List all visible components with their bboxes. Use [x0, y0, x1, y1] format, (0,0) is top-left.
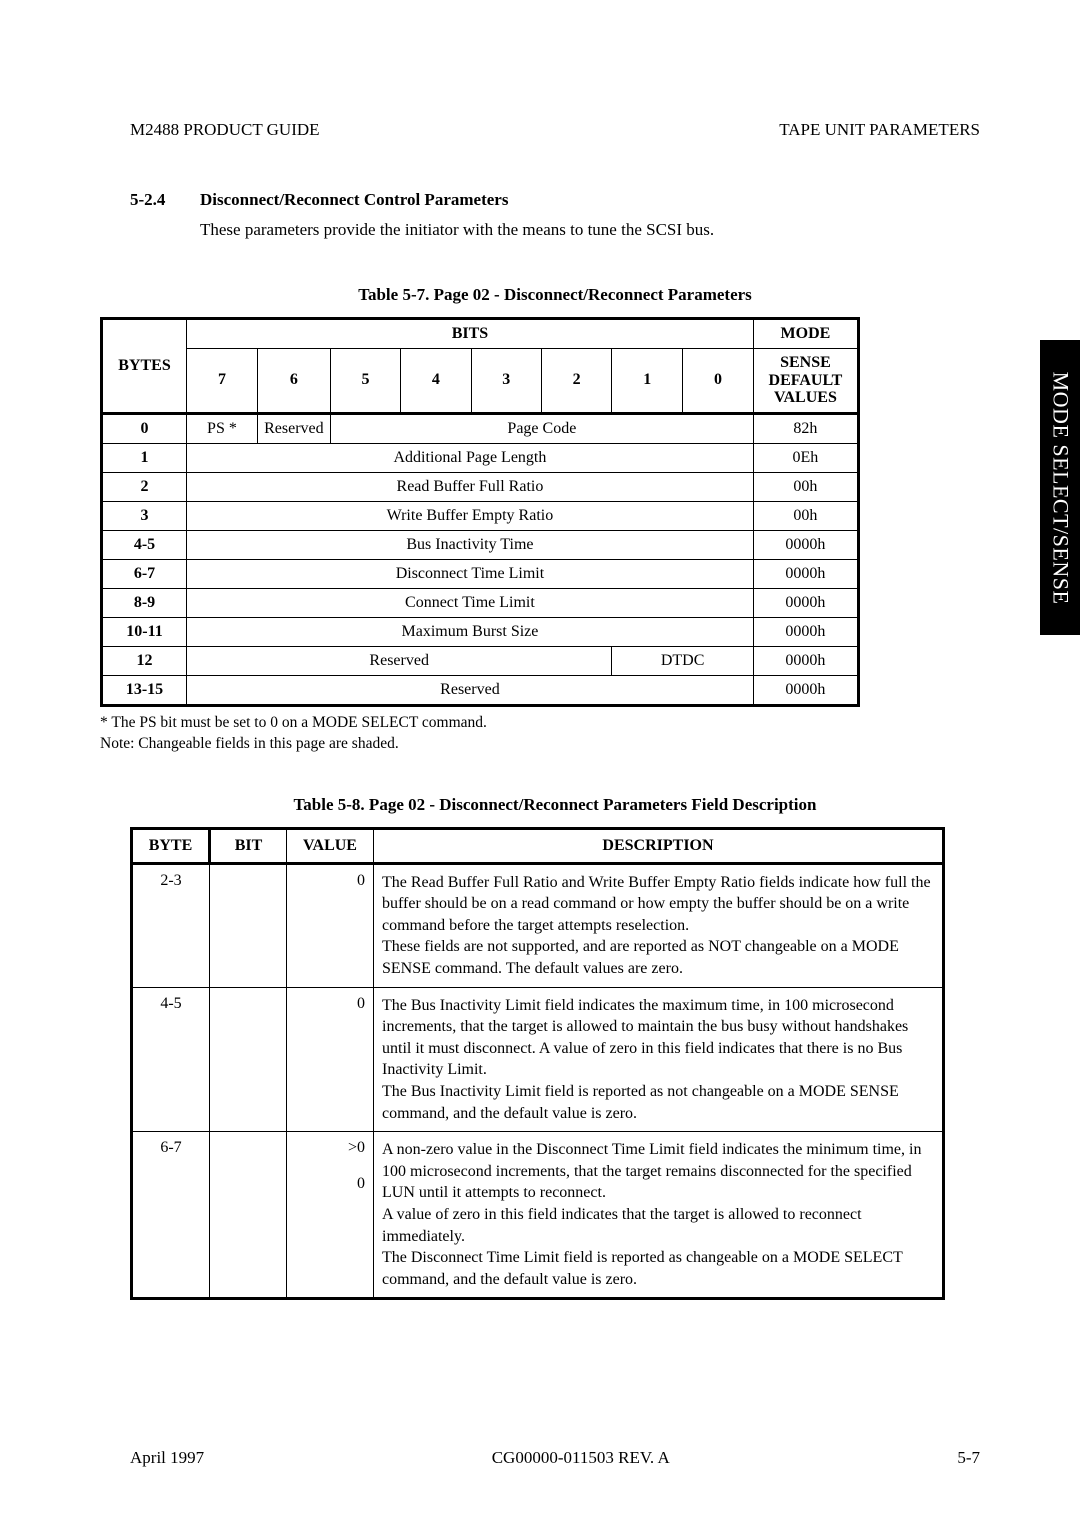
bytes-header: BYTES	[102, 319, 187, 414]
param-cell: Disconnect Time Limit	[187, 559, 754, 588]
th-value: VALUE	[287, 828, 374, 863]
default-value: 0000h	[753, 617, 858, 646]
table2-caption: Table 5-8. Page 02 - Disconnect/Reconnec…	[130, 795, 980, 815]
default-value: 00h	[753, 472, 858, 501]
param-cell: Page Code	[330, 413, 753, 443]
desc-byte: 2-3	[132, 863, 210, 987]
desc-value: >0 0	[287, 1132, 374, 1299]
param-cell: Write Buffer Empty Ratio	[187, 501, 754, 530]
bits-header: BITS	[187, 319, 754, 349]
param-cell: Bus Inactivity Time	[187, 530, 754, 559]
default-value: 82h	[753, 413, 858, 443]
section-body: These parameters provide the initiator w…	[200, 220, 980, 240]
bit5: 5	[330, 349, 400, 414]
byte-label: 12	[102, 646, 187, 675]
byte-label: 3	[102, 501, 187, 530]
byte-label: 1	[102, 443, 187, 472]
footer-left: April 1997	[130, 1448, 204, 1468]
bit4: 4	[401, 349, 471, 414]
param-cell: DTDC	[612, 646, 754, 675]
byte-label: 10-11	[102, 617, 187, 646]
desc-byte: 4-5	[132, 987, 210, 1132]
param-cell: Connect Time Limit	[187, 588, 754, 617]
footer-right: 5-7	[957, 1448, 980, 1468]
byte-label: 13-15	[102, 675, 187, 705]
default-value: 0000h	[753, 530, 858, 559]
desc-text: The Bus Inactivity Limit field indicates…	[374, 987, 944, 1132]
desc-bit	[210, 987, 287, 1132]
bit7: 7	[187, 349, 258, 414]
param-cell: Additional Page Length	[187, 443, 754, 472]
header-right: TAPE UNIT PARAMETERS	[779, 120, 980, 140]
desc-value: 0	[287, 987, 374, 1132]
param-cell: Reserved	[257, 413, 330, 443]
section-title: Disconnect/Reconnect Control Parameters	[200, 190, 508, 210]
default-value: 0Eh	[753, 443, 858, 472]
desc-value: 0	[287, 863, 374, 987]
desc-text: A non-zero value in the Disconnect Time …	[374, 1132, 944, 1299]
mode-header-top: MODE	[753, 319, 858, 349]
desc-text: The Read Buffer Full Ratio and Write Buf…	[374, 863, 944, 987]
mode-header-bottom: SENSEDEFAULTVALUES	[753, 349, 858, 414]
param-cell: Maximum Burst Size	[187, 617, 754, 646]
desc-byte: 6-7	[132, 1132, 210, 1299]
bit6: 6	[257, 349, 330, 414]
param-cell: Reserved	[187, 646, 612, 675]
default-value: 0000h	[753, 675, 858, 705]
bit3: 3	[471, 349, 541, 414]
table1-caption: Table 5-7. Page 02 - Disconnect/Reconnec…	[130, 285, 980, 305]
default-value: 0000h	[753, 559, 858, 588]
bit2: 2	[541, 349, 611, 414]
byte-label: 8-9	[102, 588, 187, 617]
byte-label: 4-5	[102, 530, 187, 559]
section-number: 5-2.4	[130, 190, 200, 210]
desc-table: BYTE BIT VALUE DESCRIPTION 2-3 0The Read …	[130, 827, 945, 1301]
param-table: BYTES BITS MODE 7 6 5 4 3 2 1 0 SENSEDEF…	[100, 317, 860, 707]
th-bit: BIT	[210, 828, 287, 863]
bit0: 0	[683, 349, 754, 414]
bit1: 1	[612, 349, 683, 414]
footer-center: CG00000-011503 REV. A	[492, 1448, 670, 1468]
default-value: 0000h	[753, 588, 858, 617]
th-desc: DESCRIPTION	[374, 828, 944, 863]
note-line1: * The PS bit must be set to 0 on a MODE …	[100, 713, 980, 734]
param-cell: Reserved	[187, 675, 754, 705]
header-left: M2488 PRODUCT GUIDE	[130, 120, 320, 140]
byte-label: 6-7	[102, 559, 187, 588]
desc-bit	[210, 863, 287, 987]
note-line2: Note: Changeable fields in this page are…	[100, 734, 980, 755]
default-value: 00h	[753, 501, 858, 530]
param-cell: PS *	[187, 413, 258, 443]
th-byte: BYTE	[132, 828, 210, 863]
desc-bit	[210, 1132, 287, 1299]
byte-label: 2	[102, 472, 187, 501]
byte-label: 0	[102, 413, 187, 443]
default-value: 0000h	[753, 646, 858, 675]
param-cell: Read Buffer Full Ratio	[187, 472, 754, 501]
